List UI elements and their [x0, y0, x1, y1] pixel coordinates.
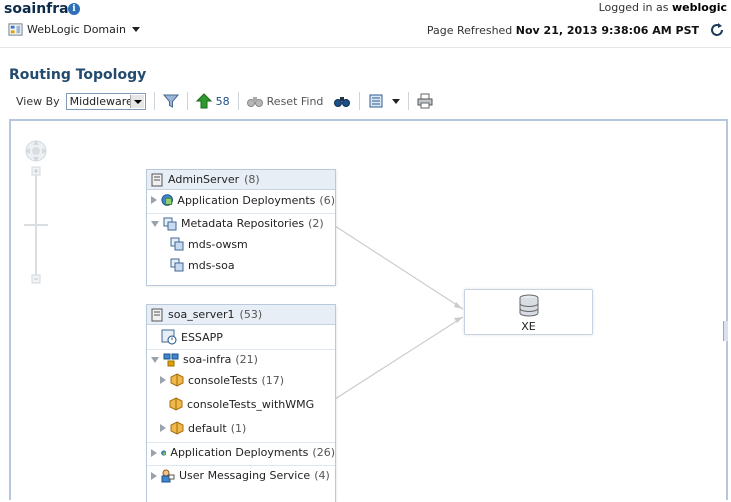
soa-infra-count: (21): [235, 353, 258, 366]
user-messaging-icon: [161, 469, 175, 482]
header-divider: [0, 47, 731, 48]
soa-server-name: soa_server1: [168, 308, 235, 321]
composite-row[interactable]: default (1): [147, 418, 335, 438]
app-deployment-icon: [161, 194, 173, 206]
toolbar-divider: [359, 92, 361, 110]
repo-item[interactable]: mds-owsm: [147, 234, 335, 254]
ums-row[interactable]: User Messaging Service (4): [147, 465, 335, 485]
chevron-down-icon: [129, 94, 144, 108]
collapse-icon[interactable]: [151, 220, 159, 227]
reset-find-label: Reset Find: [266, 94, 324, 108]
go-up-button[interactable]: 58: [195, 93, 230, 109]
soa-server-header[interactable]: soa_server1 (53): [147, 305, 335, 325]
database-name: XE: [521, 320, 536, 333]
soa-app-deployments-row[interactable]: Application Deployments (26): [147, 442, 335, 462]
layout-icon[interactable]: [368, 93, 384, 109]
default-count: (1): [230, 421, 247, 435]
composite-icon: [170, 373, 184, 387]
metadata-repos-row[interactable]: Metadata Repositories (2): [147, 213, 335, 233]
chevron-down-icon[interactable]: [392, 98, 401, 104]
toolbar-divider: [153, 92, 155, 110]
print-icon[interactable]: [417, 93, 433, 109]
binoculars-icon[interactable]: [333, 94, 351, 108]
admin-server-header[interactable]: AdminServer (8): [147, 170, 335, 190]
console-tests-wmg-label: consoleTests_withWMG: [187, 397, 315, 411]
scheduler-icon: [161, 329, 177, 345]
console-tests-count: (17): [261, 373, 285, 387]
toolbar-divider: [237, 92, 239, 110]
info-icon[interactable]: i: [68, 3, 80, 15]
refresh-icon[interactable]: [709, 22, 725, 38]
repository-icon: [170, 237, 184, 251]
topology-canvas[interactable]: AdminServer (8) Application Deployments …: [9, 119, 728, 502]
page-refreshed: Page Refreshed Nov 21, 2013 9:38:06 AM P…: [427, 24, 699, 37]
admin-server-count: (8): [244, 173, 260, 186]
logged-in-user[interactable]: weblogic: [672, 1, 727, 14]
composite-icon: [170, 421, 184, 435]
view-by-label: View By: [16, 94, 60, 108]
admin-app-deployments-row[interactable]: Application Deployments (6): [147, 190, 335, 210]
up-arrow-icon: [195, 93, 212, 109]
repo-label: mds-owsm: [188, 237, 248, 251]
expand-icon[interactable]: [151, 471, 157, 480]
topology-toolbar: View By Middleware 58 Reset Find: [10, 89, 730, 113]
admin-app-deployments-count: (6): [319, 193, 335, 207]
metadata-repos-label: Metadata Repositories: [181, 217, 305, 230]
soa-server-count: (53): [239, 308, 263, 321]
repository-icon: [170, 258, 184, 272]
view-by-value: Middleware: [69, 94, 133, 108]
chevron-down-icon: [131, 27, 140, 32]
refresh-time: Nov 21, 2013 9:38:06 AM PST: [515, 24, 699, 37]
database-node[interactable]: XE: [464, 289, 593, 335]
soa-app-deployments-count: (26): [312, 446, 335, 459]
refresh-prefix: Page Refreshed: [426, 24, 513, 37]
admin-app-deployments-label: Application Deployments: [177, 193, 316, 207]
expand-icon[interactable]: [160, 376, 166, 384]
weblogic-domain-menu[interactable]: WebLogic Domain: [8, 22, 140, 37]
page-title: Routing Topology: [9, 67, 147, 83]
binoculars-gray-icon: [246, 97, 263, 107]
reset-find-button[interactable]: Reset Find: [246, 94, 324, 108]
essapp-row[interactable]: ESSAPP: [147, 327, 335, 347]
logged-in-status: Logged in as weblogic: [599, 1, 727, 14]
repo-item[interactable]: mds-soa: [147, 255, 335, 275]
connector-lines: [334, 225, 464, 400]
expand-icon[interactable]: [151, 196, 157, 204]
toolbar-divider: [408, 92, 410, 110]
composite-row[interactable]: consoleTests_withWMG: [147, 394, 335, 414]
domain-menu-label: WebLogic Domain: [27, 23, 126, 36]
composite-row[interactable]: consoleTests (17): [147, 370, 335, 390]
domain-icon: [8, 23, 23, 36]
app-deployment-icon: [161, 449, 167, 456]
collapse-icon[interactable]: [151, 356, 159, 363]
metadata-repo-icon: [163, 217, 177, 230]
view-by-select[interactable]: Middleware: [65, 92, 146, 110]
soa-infra-label: soa-infra: [183, 353, 232, 366]
app-title: soainfra: [4, 1, 69, 17]
toolbar-divider: [186, 92, 188, 110]
ums-label: User Messaging Service: [179, 469, 311, 482]
filter-icon[interactable]: [162, 93, 179, 109]
soa-infra-icon: [163, 353, 179, 366]
soa-infra-row[interactable]: soa-infra (21): [147, 349, 335, 369]
metadata-repos-count: (2): [308, 217, 324, 230]
logged-in-prefix: Logged in as: [598, 1, 669, 14]
server-icon: [151, 173, 163, 186]
ums-count: (4): [314, 469, 330, 482]
repo-label: mds-soa: [188, 258, 235, 272]
server-icon: [151, 308, 163, 321]
admin-server-name: AdminServer: [168, 173, 240, 186]
panel-collapse-handle[interactable]: [723, 321, 728, 341]
composite-icon: [169, 397, 183, 411]
up-count: 58: [215, 94, 230, 108]
expand-icon[interactable]: [160, 424, 166, 432]
database-icon: [519, 294, 539, 317]
default-label: default: [188, 421, 227, 435]
essapp-label: ESSAPP: [181, 330, 223, 344]
admin-server-node[interactable]: AdminServer (8) Application Deployments …: [146, 169, 336, 286]
soa-app-deployments-label: Application Deployments: [170, 446, 309, 459]
expand-icon[interactable]: [151, 448, 157, 457]
soa-server-node[interactable]: soa_server1 (53) ESSAPP soa-infra (21) c…: [146, 304, 336, 502]
console-tests-label: consoleTests: [188, 373, 258, 387]
